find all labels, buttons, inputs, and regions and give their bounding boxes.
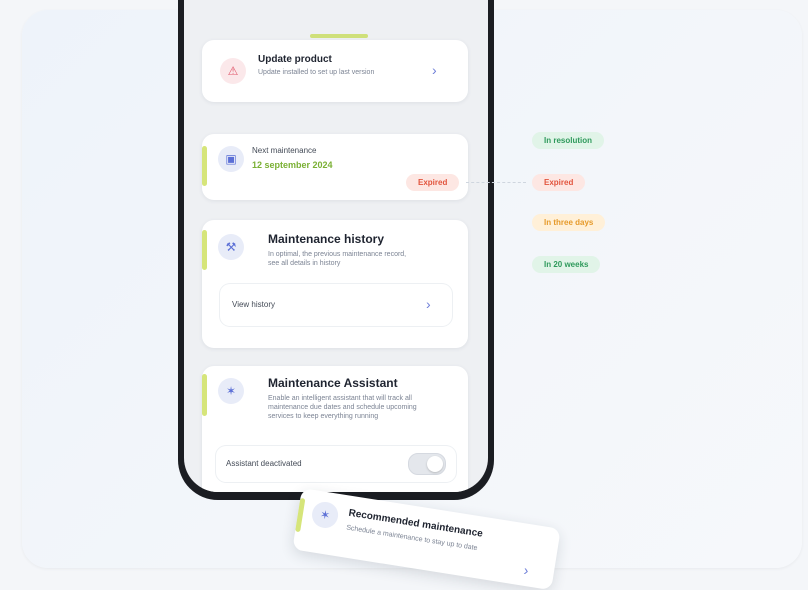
status-option-in-resolution: In resolution — [532, 132, 604, 149]
chevron-right-icon[interactable]: › — [432, 62, 437, 78]
status-badge: Expired — [406, 174, 460, 191]
phone-screen: ⚠ Update product Update installed to set… — [184, 0, 488, 492]
card-accent — [202, 146, 207, 186]
status-option-in-20-weeks: In 20 weeks — [532, 256, 601, 273]
sheet-handle[interactable] — [310, 34, 368, 38]
phone-frame: ⚠ Update product Update installed to set… — [178, 0, 494, 500]
update-title: Update product — [258, 54, 332, 65]
assistant-title: Maintenance Assistant — [268, 376, 398, 390]
card-accent — [202, 374, 207, 416]
calendar-icon: ▣ — [218, 146, 244, 172]
toggle-knob — [427, 456, 443, 472]
assistant-toggle-label: Assistant deactivated — [226, 459, 302, 468]
sparkle-icon: ✶ — [310, 500, 340, 530]
history-title: Maintenance history — [268, 232, 385, 246]
history-subtitle: In optimal, the previous maintenance rec… — [268, 251, 407, 267]
wrench-icon: ⚒ — [218, 234, 244, 260]
chevron-right-icon: › — [522, 561, 530, 579]
next-maintenance-label: Next maintenance — [252, 146, 317, 155]
card-accent — [202, 230, 207, 270]
connector-line — [466, 182, 526, 183]
update-product-card[interactable]: ⚠ Update product Update installed to set… — [202, 40, 468, 102]
update-subtitle: Update installed to set up last version — [258, 69, 375, 76]
status-option-in-three-days: In three days — [532, 214, 606, 231]
status-option-expired: Expired — [532, 174, 586, 191]
next-maintenance-date: 12 september 2024 — [252, 160, 333, 170]
view-history-row[interactable]: View history › — [220, 284, 452, 326]
assistant-toggle[interactable] — [408, 453, 446, 475]
next-maintenance-card: ▣ Next maintenance 12 september 2024 Exp… — [202, 134, 468, 200]
alert-icon: ⚠ — [220, 58, 246, 84]
maintenance-assistant-card: ✶ Maintenance Assistant Enable an intell… — [202, 366, 468, 492]
assistant-toggle-row: Assistant deactivated — [216, 446, 456, 482]
view-history-label: View history — [232, 300, 275, 309]
maintenance-history-card: ⚒ Maintenance history In optimal, the pr… — [202, 220, 468, 348]
assistant-subtitle: Enable an intelligent assistant that wil… — [268, 395, 417, 420]
chevron-right-icon: › — [426, 296, 431, 312]
sparkle-icon: ✶ — [218, 378, 244, 404]
